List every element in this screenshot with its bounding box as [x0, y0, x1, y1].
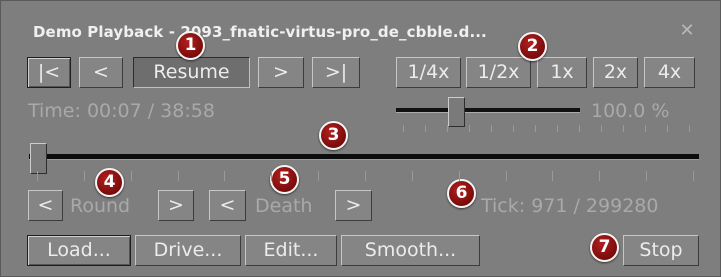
timeline-tick-mark	[178, 171, 179, 181]
speed-tick-mark	[645, 125, 646, 132]
timeline-tick-mark	[84, 171, 85, 181]
callout-badge: 3	[319, 121, 348, 150]
tick-readout: Tick: 971 / 299280	[481, 195, 659, 217]
first-frame-button[interactable]: |<	[27, 57, 71, 88]
speed-tick-mark	[557, 125, 558, 132]
close-icon[interactable]: ✕	[677, 21, 697, 41]
last-frame-button[interactable]: >|	[312, 57, 360, 88]
next-round-button[interactable]: >	[158, 190, 194, 221]
speed-tick-mark	[623, 125, 624, 132]
speed-tick-mark	[403, 125, 404, 132]
speed-quarter-button[interactable]: 1/4x	[396, 57, 461, 88]
window-title: Demo Playback - 2093_fnatic-virtus-pro_d…	[33, 23, 487, 41]
timeline-tick-mark	[506, 171, 507, 181]
speed-tick-mark	[667, 125, 668, 132]
next-death-button[interactable]: >	[335, 190, 372, 221]
stop-button[interactable]: Stop	[623, 235, 699, 266]
timeline-tick-mark	[131, 171, 132, 181]
speed-2x-button[interactable]: 2x	[593, 57, 638, 88]
callout-badge: 4	[95, 168, 124, 197]
smooth-button[interactable]: Smooth...	[341, 235, 480, 266]
callout-badge: 7	[590, 233, 619, 262]
timeline-slider-track[interactable]	[29, 154, 699, 160]
previous-round-button[interactable]: <	[28, 190, 63, 221]
demo-playback-window: Demo Playback - 2093_fnatic-virtus-pro_d…	[0, 0, 721, 277]
timeline-tick-mark	[599, 171, 600, 181]
timeline-tick-mark	[646, 171, 647, 181]
callout-badge: 6	[447, 179, 476, 208]
speed-tick-mark	[469, 125, 470, 132]
load-button[interactable]: Load...	[27, 235, 131, 266]
callout-badge: 1	[176, 31, 205, 60]
callout-badge: 5	[270, 165, 299, 194]
timeline-tick-mark	[412, 171, 413, 181]
timeline-tick-mark	[365, 171, 366, 181]
speed-tick-mark	[491, 125, 492, 132]
step-back-button[interactable]: <	[79, 57, 123, 88]
resume-button[interactable]: Resume	[133, 57, 250, 88]
drive-button[interactable]: Drive...	[135, 235, 241, 266]
timeline-tick-mark	[271, 171, 272, 181]
speed-tick-mark	[425, 125, 426, 132]
speed-slider-thumb[interactable]	[448, 97, 465, 127]
timeline-tick-mark	[37, 171, 38, 181]
step-forward-button[interactable]: >	[258, 57, 304, 88]
death-label: Death	[255, 195, 313, 217]
timeline-slider-thumb[interactable]	[30, 143, 47, 174]
time-readout: Time: 00:07 / 38:58	[28, 100, 215, 122]
timeline-tick-mark	[318, 171, 319, 181]
edit-button[interactable]: Edit...	[245, 235, 337, 266]
timeline-tick-mark	[459, 171, 460, 181]
speed-tick-mark	[579, 125, 580, 132]
speed-tick-mark	[513, 125, 514, 132]
timeline-tick-mark	[552, 171, 553, 181]
speed-tick-mark	[601, 125, 602, 132]
speed-percent: 100.0 %	[591, 100, 670, 122]
callout-badge: 2	[518, 32, 547, 61]
speed-tick-mark	[447, 125, 448, 132]
speed-tick-mark	[535, 125, 536, 132]
timeline-tick-mark	[224, 171, 225, 181]
speed-half-button[interactable]: 1/2x	[466, 57, 531, 88]
speed-4x-button[interactable]: 4x	[644, 57, 695, 88]
speed-tick-mark	[689, 125, 690, 132]
speed-slider-track[interactable]	[396, 108, 580, 113]
speed-1x-button[interactable]: 1x	[537, 57, 587, 88]
previous-death-button[interactable]: <	[209, 190, 246, 221]
timeline-tick-mark	[693, 171, 694, 181]
round-label: Round	[70, 195, 131, 217]
